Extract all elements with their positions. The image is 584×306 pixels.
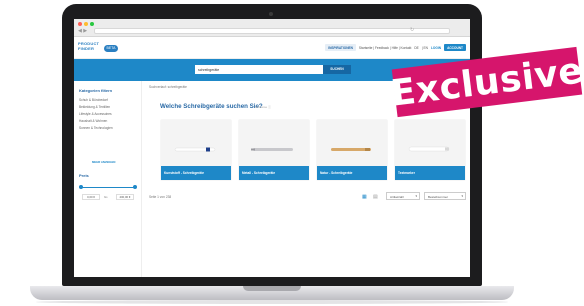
search-button[interactable]: SUCHEN xyxy=(323,65,351,74)
laptop-shadow xyxy=(36,300,508,304)
category-list: Schuh & Bürobedarf Bekleidung & Textilie… xyxy=(79,97,113,132)
price-min-field[interactable]: 0,00 € xyxy=(82,194,100,200)
laptop-notch xyxy=(243,286,301,291)
breadcrumb[interactable]: Suchverlauf: schreibgeräte xyxy=(149,85,187,89)
price-slider-track[interactable] xyxy=(80,187,136,188)
language-en[interactable]: | EN xyxy=(422,46,428,50)
price-filter-title: Preis xyxy=(79,173,89,178)
address-bar[interactable] xyxy=(94,28,450,34)
category-card[interactable]: Textmarker xyxy=(395,120,465,180)
back-forward-icon[interactable]: ◀ ▶ xyxy=(78,28,87,34)
price-slider-min-handle[interactable] xyxy=(79,185,83,189)
category-item[interactable]: Bekleidung & Textilien xyxy=(79,104,113,111)
page-title: Welche Schreibgeräte suchen Sie? xyxy=(160,103,263,110)
category-card-label: Textmarker xyxy=(395,166,465,180)
price-max-field[interactable]: 400,00 € xyxy=(116,194,134,200)
marker-cap xyxy=(445,147,449,151)
beta-badge: BETA xyxy=(104,45,118,52)
price-range-separator: bis xyxy=(104,195,108,199)
pen-accent xyxy=(365,148,370,151)
category-card-label: Natur - Schreibgeräte xyxy=(317,166,387,180)
sort-order-select[interactable]: Bestellnummer ▾ xyxy=(424,192,466,200)
grid-view-icon[interactable]: ▦ xyxy=(362,194,367,200)
logo-line-2: FINDER xyxy=(78,45,95,51)
laptop-lid: ◀ ▶ ↻ PRODUCT FINDER BETA INSPIRATIONEN … xyxy=(62,4,482,286)
chevron-down-icon: ▾ xyxy=(461,194,463,198)
list-view-icon[interactable]: ▤ xyxy=(373,194,378,200)
filter-sidebar: Kategorien filtern Schuh & Bürobedarf Be… xyxy=(74,81,142,277)
price-slider-max-handle[interactable] xyxy=(133,185,137,189)
search-input[interactable] xyxy=(195,65,323,74)
inspiration-button[interactable]: INSPIRATIONEN xyxy=(325,44,356,51)
language-de[interactable]: DE xyxy=(414,46,418,50)
account-button[interactable]: ACCOUNT xyxy=(444,44,466,51)
category-item[interactable]: Schuh & Bürobedarf xyxy=(79,97,113,104)
page-count: Seite 1 von 238 xyxy=(149,195,172,199)
laptop-base xyxy=(30,286,514,300)
category-card-label: Kunststoff - Schreibgeräte xyxy=(161,166,231,180)
pen-image xyxy=(174,147,216,152)
category-card[interactable]: Natur - Schreibgeräte xyxy=(317,120,387,180)
browser-chrome: ◀ ▶ ↻ xyxy=(74,19,470,37)
category-item[interactable]: Lifestyle & Accessoires xyxy=(79,111,113,118)
category-item[interactable]: Sonnen & Technologien xyxy=(79,125,113,132)
close-window-icon[interactable] xyxy=(78,22,82,26)
category-card[interactable]: Kunststoff - Schreibgeräte xyxy=(161,120,231,180)
maximize-window-icon[interactable] xyxy=(90,22,94,26)
sort-order-value: Bestellnummer xyxy=(428,195,449,199)
pen-body xyxy=(253,148,293,151)
header-links[interactable]: Startseite | Feedback | Hilfe | Kontakt xyxy=(359,46,411,50)
top-navigation: INSPIRATIONEN Startseite | Feedback | Hi… xyxy=(325,44,466,51)
sort-select-value: Artikelzahl xyxy=(390,195,404,199)
camera-icon xyxy=(269,12,273,16)
category-item[interactable]: Haushalt & Wohnen xyxy=(79,118,113,125)
login-link[interactable]: LOGIN xyxy=(431,46,441,50)
pen-image xyxy=(331,148,371,151)
show-more-link[interactable]: MEHR ANZEIGEN xyxy=(92,160,115,164)
help-hint[interactable]: Hinweise ⓘ xyxy=(255,105,271,109)
marker-body xyxy=(408,146,450,152)
category-filter-title: Kategorien filtern xyxy=(79,88,113,93)
chevron-down-icon: ▾ xyxy=(415,194,417,198)
pen-accent xyxy=(206,147,210,152)
minimize-window-icon[interactable] xyxy=(84,22,88,26)
reload-icon[interactable]: ↻ xyxy=(410,27,414,33)
pen-accent xyxy=(251,148,255,151)
pen-image xyxy=(251,148,293,151)
laptop-screen: ◀ ▶ ↻ PRODUCT FINDER BETA INSPIRATIONEN … xyxy=(74,19,470,277)
marker-image xyxy=(408,146,450,152)
category-card[interactable]: Metall - Schreibgeräte xyxy=(239,120,309,180)
product-finder-logo[interactable]: PRODUCT FINDER xyxy=(78,41,99,51)
category-card-label: Metall - Schreibgeräte xyxy=(239,166,309,180)
sort-select[interactable]: Artikelzahl ▾ xyxy=(386,192,420,200)
app-header: PRODUCT FINDER BETA INSPIRATIONEN Starts… xyxy=(74,37,470,59)
